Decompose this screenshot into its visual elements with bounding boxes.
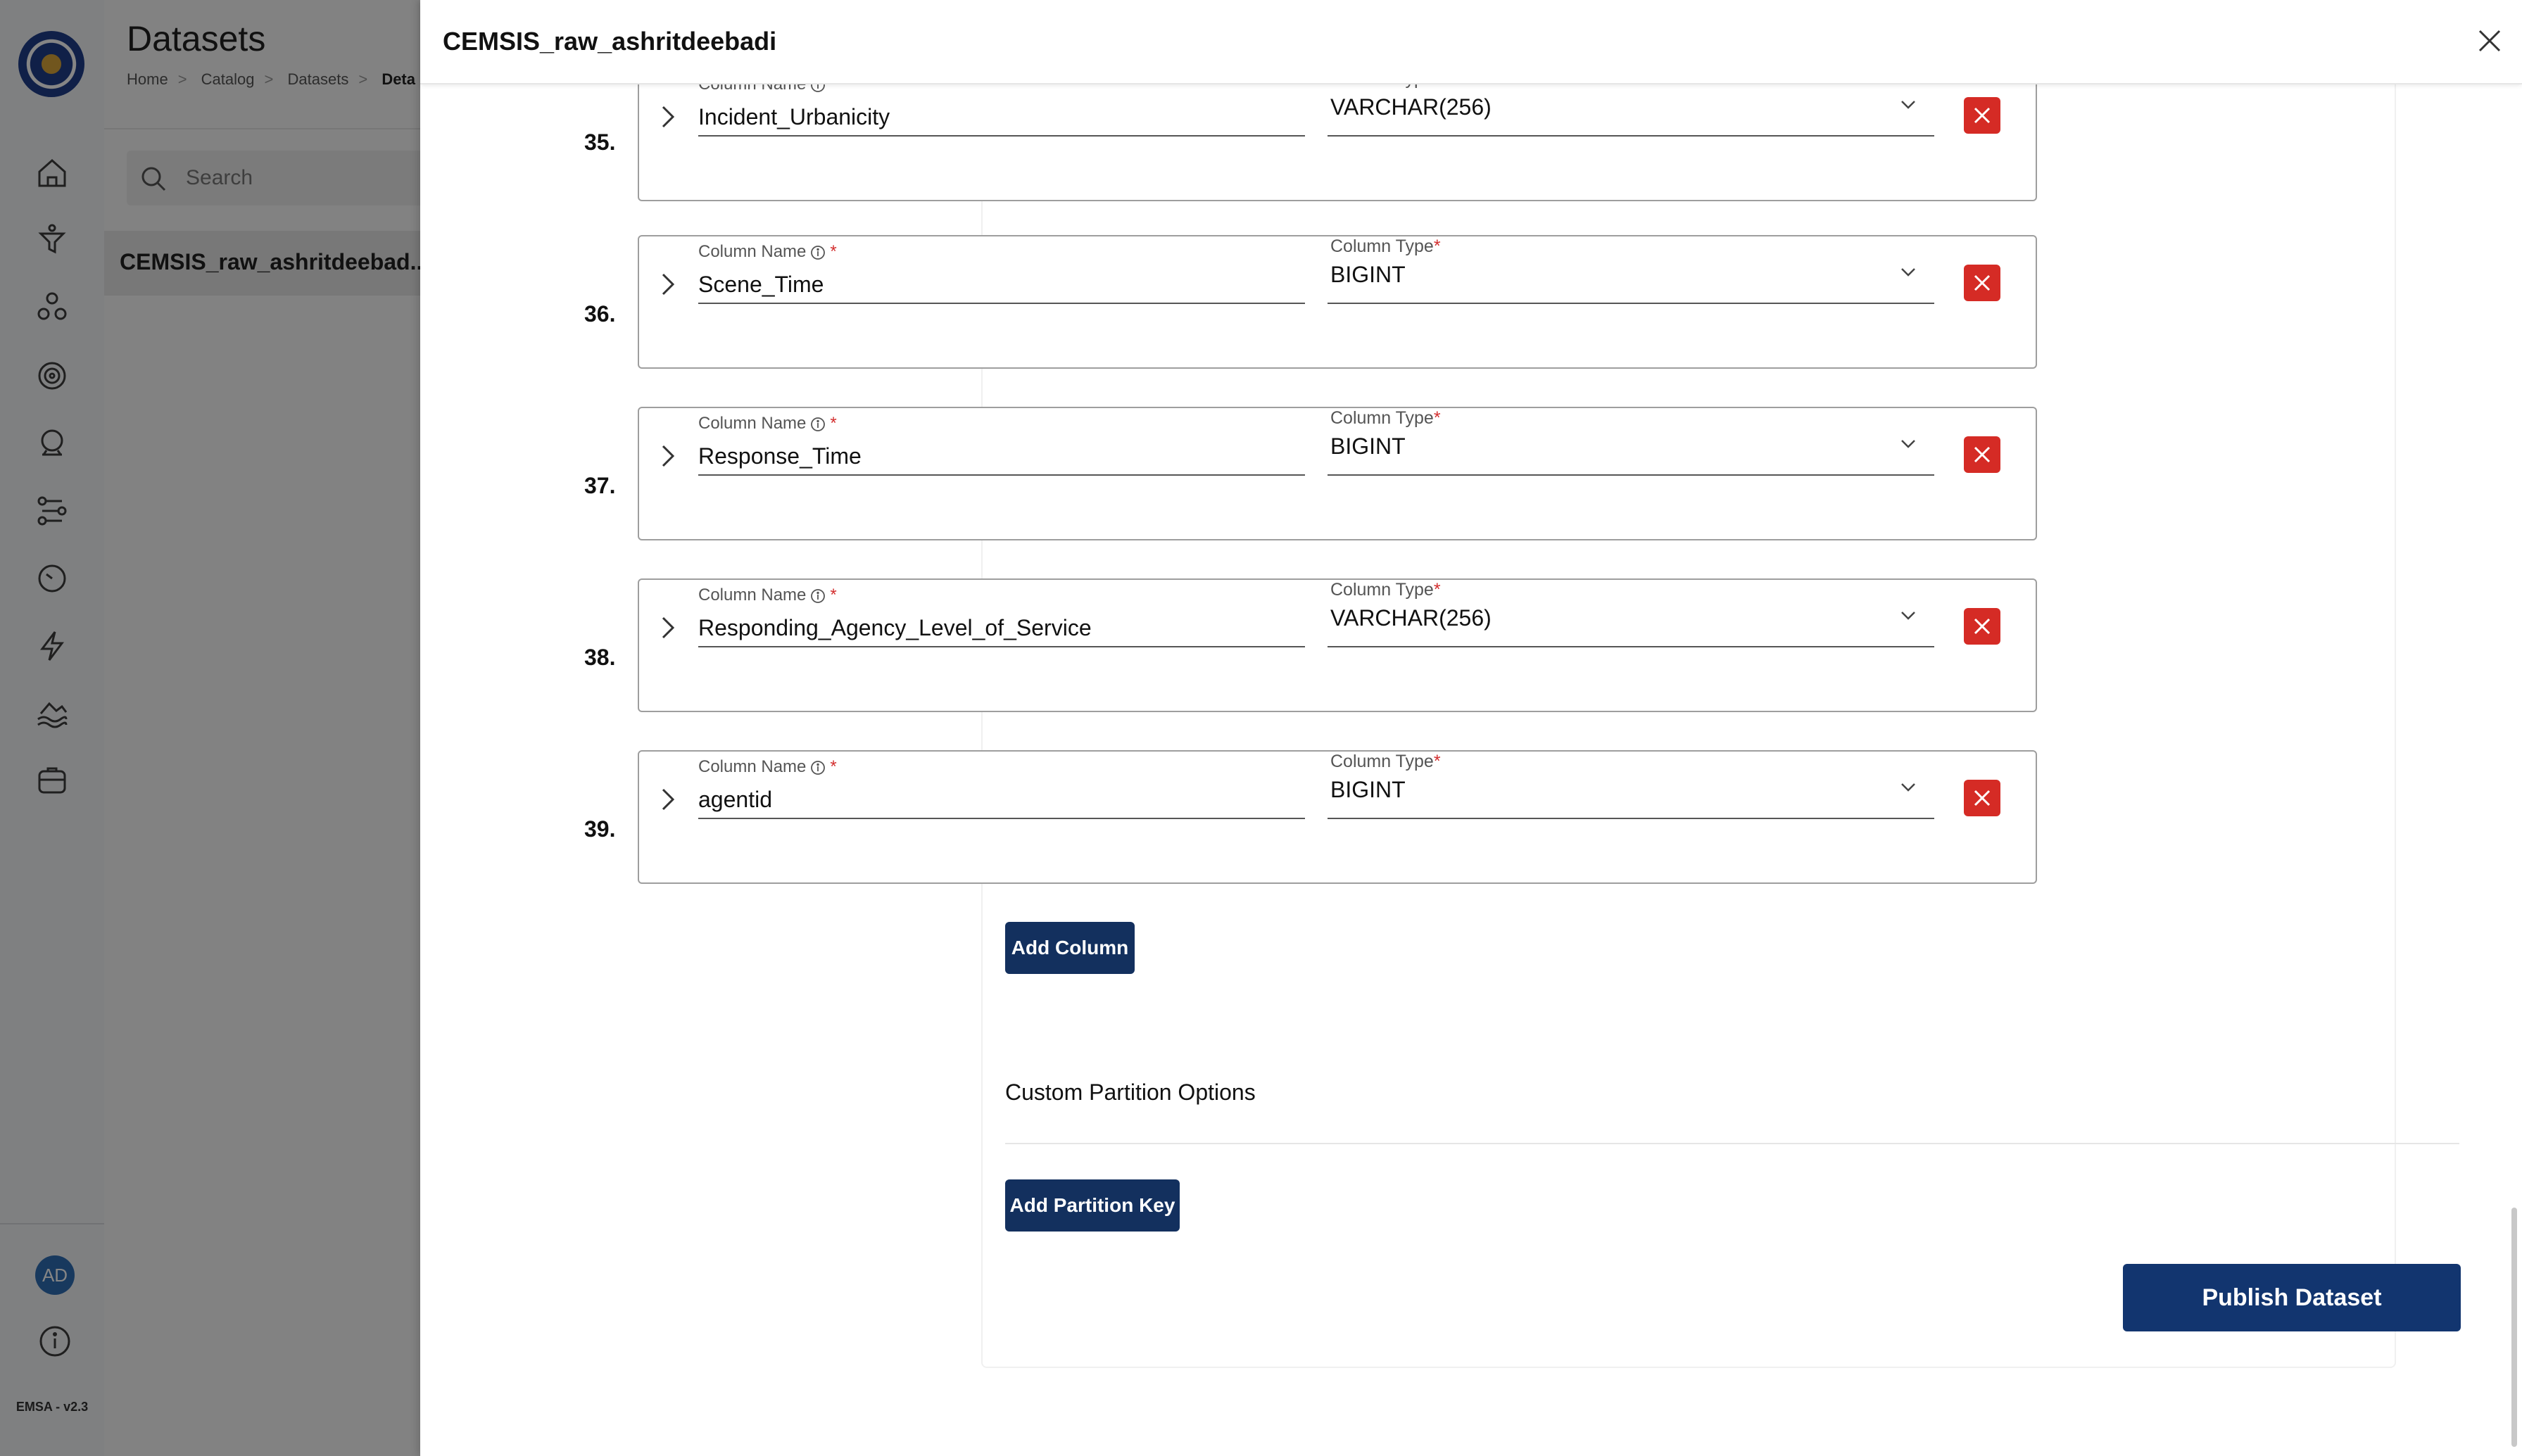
column-name-field[interactable]: Column Name * Scene_Time	[698, 242, 1305, 304]
column-name-value[interactable]: Responding_Agency_Level_of_Service	[698, 615, 1092, 641]
column-name-label: Column Name*	[698, 757, 837, 776]
close-icon	[1974, 107, 1991, 124]
chevron-down-icon[interactable]	[1898, 433, 1919, 455]
close-icon	[1974, 446, 1991, 463]
expand-chevron-icon[interactable]	[653, 785, 681, 814]
expand-chevron-icon[interactable]	[653, 442, 681, 470]
add-column-button[interactable]: Add Column	[1005, 922, 1135, 974]
info-icon[interactable]	[810, 588, 826, 604]
column-type-value: BIGINT	[1330, 433, 1406, 459]
column-row: Column Name * Response_Time Column Type* BIG…	[638, 407, 2037, 540]
expand-chevron-icon[interactable]	[653, 614, 681, 642]
required-asterisk: *	[1433, 580, 1441, 600]
column-name-value[interactable]: Scene_Time	[698, 272, 824, 298]
close-icon	[1974, 790, 1991, 806]
column-index: 39.	[584, 816, 616, 842]
column-row: Column Name*Incident_UrbanicityColumn Ty…	[638, 68, 2037, 201]
column-name-label: Column Name*	[698, 242, 837, 261]
delete-column-button[interactable]	[1964, 780, 2000, 816]
required-asterisk: *	[1433, 752, 1441, 771]
column-index: 38.	[584, 645, 616, 670]
chevron-down-icon[interactable]	[1898, 94, 1919, 115]
column-type-select[interactable]: Column Type* BIGINT	[1328, 408, 1934, 476]
column-row: Column Name * Responding_Agency_Level_of_S…	[638, 578, 2037, 712]
column-type-label: Column Type*	[1330, 580, 1441, 600]
column-name-field[interactable]: Column Name * Responding_Agency_Level_of_S…	[698, 585, 1305, 647]
column-name-field[interactable]: Column Name * Response_Time	[698, 414, 1305, 476]
delete-column-button[interactable]	[1964, 608, 2000, 645]
section-divider	[1005, 1143, 2459, 1144]
column-type-value: BIGINT	[1330, 777, 1406, 802]
required-asterisk: *	[830, 242, 837, 261]
column-name-field[interactable]: Column Name * agentid	[698, 757, 1305, 819]
drawer-title: CEMSIS_raw_ashritdeebadi	[443, 27, 777, 56]
required-asterisk: *	[830, 585, 837, 604]
info-icon[interactable]	[810, 417, 826, 432]
column-type-value: VARCHAR(256)	[1330, 605, 1492, 631]
info-icon[interactable]	[810, 245, 826, 260]
column-type-select[interactable]: Column Type* VARCHAR(256)	[1328, 580, 1934, 647]
column-name-label: Column Name*	[698, 585, 837, 604]
modal-overlay[interactable]	[0, 0, 420, 1456]
column-row: Column Name * Scene_Time Column Type* BIGINT	[638, 235, 2037, 369]
required-asterisk: *	[1433, 236, 1441, 256]
close-icon	[1974, 618, 1991, 635]
column-type-label: Column Type*	[1330, 408, 1441, 428]
column-name-value[interactable]: agentid	[698, 787, 772, 813]
chevron-down-icon[interactable]	[1898, 777, 1919, 798]
dataset-drawer: CEMSIS_raw_ashritdeebadi	[420, 0, 2522, 1456]
info-icon[interactable]	[810, 760, 826, 776]
publish-dataset-button[interactable]: Publish Dataset	[2123, 1264, 2461, 1331]
required-asterisk: *	[830, 757, 837, 776]
add-partition-key-button[interactable]: Add Partition Key	[1005, 1179, 1180, 1232]
column-name-value[interactable]: Response_Time	[698, 443, 862, 469]
column-type-label: Column Type*	[1330, 236, 1441, 256]
drawer-header: CEMSIS_raw_ashritdeebadi	[420, 0, 2522, 84]
required-asterisk: *	[830, 414, 837, 433]
scrollbar[interactable]	[2511, 1208, 2517, 1447]
expand-chevron-icon[interactable]	[653, 270, 681, 298]
chevron-down-icon[interactable]	[1898, 605, 1919, 626]
close-icon	[1974, 274, 1991, 291]
column-name-label: Column Name*	[698, 414, 837, 433]
column-index: 35.	[584, 129, 616, 155]
column-index: 36.	[584, 301, 616, 327]
column-index: 37.	[584, 473, 616, 498]
required-asterisk: *	[1433, 408, 1441, 428]
expand-chevron-icon[interactable]	[653, 103, 681, 131]
chevron-down-icon[interactable]	[1898, 262, 1919, 283]
partition-section-title: Custom Partition Options	[1005, 1080, 1256, 1105]
delete-column-button[interactable]	[1964, 436, 2000, 473]
column-type-label: Column Type*	[1330, 752, 1441, 771]
column-row: Column Name * agentid Column Type* BIGINT	[638, 750, 2037, 884]
delete-column-button[interactable]	[1964, 97, 2000, 134]
column-type-select[interactable]: Column Type* BIGINT	[1328, 236, 1934, 304]
column-type-value: VARCHAR(256)	[1330, 94, 1492, 120]
close-icon	[2478, 30, 2501, 52]
delete-column-button[interactable]	[1964, 265, 2000, 301]
column-name-value[interactable]: Incident_Urbanicity	[698, 104, 890, 130]
close-button[interactable]	[2474, 25, 2505, 56]
column-type-value: BIGINT	[1330, 262, 1406, 287]
column-type-select[interactable]: Column Type* BIGINT	[1328, 752, 1934, 819]
